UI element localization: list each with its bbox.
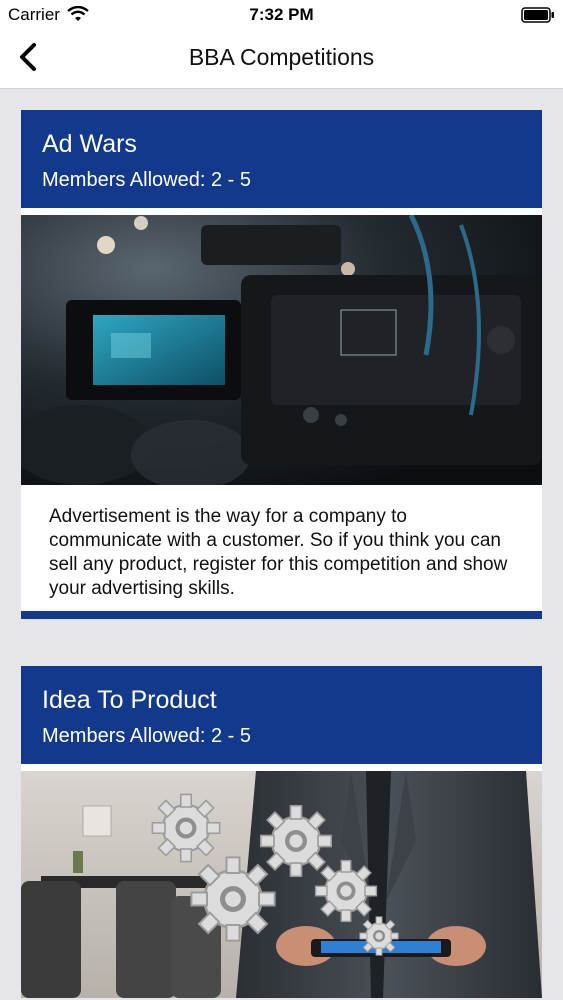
card-footer-bar xyxy=(21,611,542,619)
card-title: Idea To Product xyxy=(42,686,217,714)
card-header: Idea To Product Members Allowed: 2 - 5 xyxy=(21,666,542,764)
video-camera-image xyxy=(21,215,542,485)
competition-card-ad-wars[interactable]: Ad Wars Members Allowed: 2 - 5 Advertise… xyxy=(21,110,542,619)
card-header: Ad Wars Members Allowed: 2 - 5 xyxy=(21,110,542,208)
members-allowed: Members Allowed: 2 - 5 xyxy=(42,169,251,191)
status-time: 7:32 PM xyxy=(249,5,314,24)
gears-tablet-image xyxy=(21,771,542,998)
competition-description: Advertisement is the way for a company t… xyxy=(49,506,508,599)
battery-icon xyxy=(521,7,554,23)
navigation-bar: BBA Competitions xyxy=(0,30,563,89)
page-title: BBA Competitions xyxy=(188,44,375,70)
competition-card-idea-to-product[interactable]: Idea To Product Members Allowed: 2 - 5 xyxy=(21,666,542,998)
status-bar: Carrier 7:32 PM xyxy=(0,0,563,30)
members-allowed: Members Allowed: 2 - 5 xyxy=(42,725,251,747)
card-title: Ad Wars xyxy=(42,130,137,158)
